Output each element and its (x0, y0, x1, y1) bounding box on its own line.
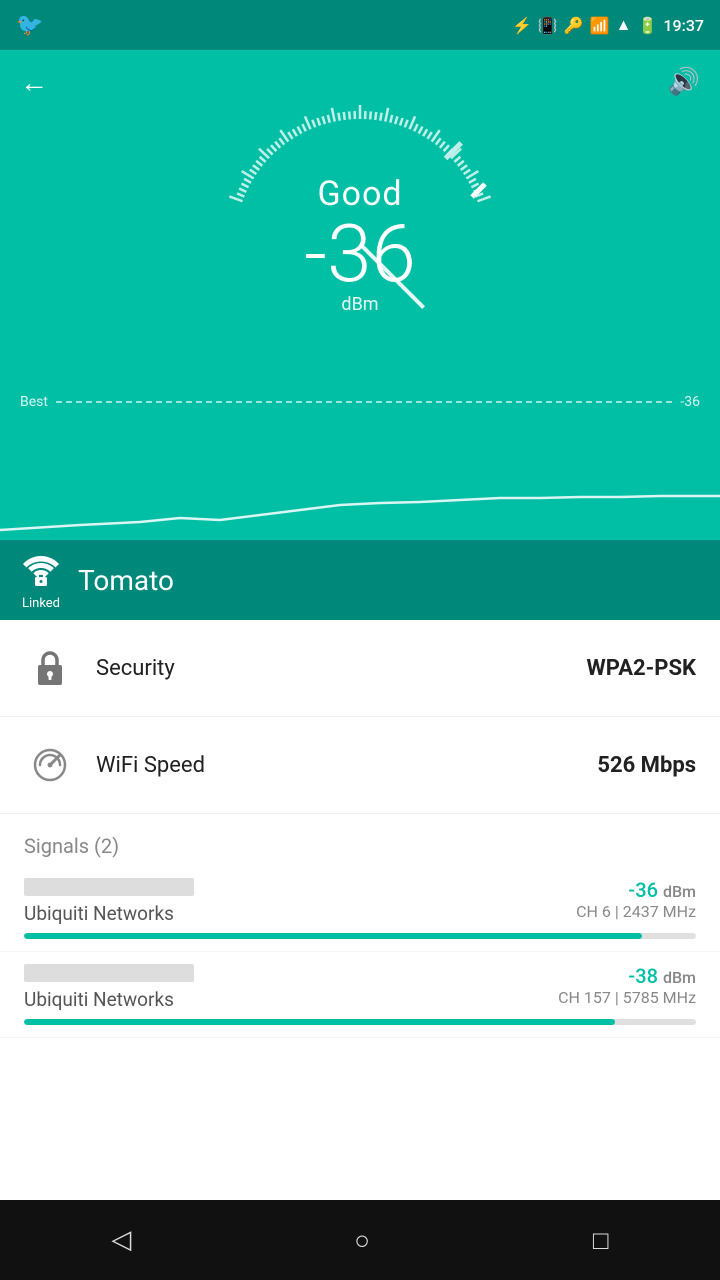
wifi-locked-icon (20, 550, 62, 594)
signal-dbm-value-1: -36 (628, 878, 658, 902)
back-button[interactable]: ← (20, 66, 48, 99)
wifi-icon: 📶 (590, 16, 610, 35)
bluetooth-icon: ⚡ (512, 16, 532, 35)
best-label: Best (20, 394, 48, 410)
security-label: Security (96, 656, 587, 681)
signal-bar-wrap-1 (24, 933, 696, 939)
signal-network-1: Ubiquiti Networks (24, 902, 576, 925)
gauge-center: Good -36 dBm (304, 174, 416, 315)
status-bar-right: ⚡ 📳 🔑 📶 ▲ 🔋 19:37 (512, 15, 704, 35)
wifi-speed-icon (24, 739, 76, 791)
sound-button[interactable]: 🔊 (668, 67, 700, 97)
signal-network-2: Ubiquiti Networks (24, 988, 558, 1011)
chart-area: Best -36 (0, 384, 720, 540)
signal-bar-wrap-2 (24, 1019, 696, 1025)
vibrate-icon: 📳 (538, 16, 558, 35)
signal-top-1: Ubiquiti Networks -36 dBm CH 6 | 2437 MH… (24, 878, 696, 925)
signal-ssid-wrap-2: Ubiquiti Networks (24, 964, 558, 1011)
twitter-icon: 🐦 (16, 13, 43, 38)
linked-label: Linked (22, 596, 60, 611)
signal-channel-1: CH 6 | 2437 MHz (576, 902, 696, 921)
signal-item-1: Ubiquiti Networks -36 dBm CH 6 | 2437 MH… (0, 866, 720, 952)
best-value: -36 (680, 394, 700, 410)
nav-home-button[interactable]: ○ (354, 1225, 370, 1256)
signal-dbm-1: -36 dBm (576, 878, 696, 902)
signal-strength-2: -38 dBm CH 157 | 5785 MHz (558, 964, 696, 1007)
signal-ssid-2 (24, 964, 194, 982)
signal-channel-2: CH 157 | 5785 MHz (558, 988, 696, 1007)
security-row: Security WPA2-PSK (0, 620, 720, 717)
wifi-speed-row: WiFi Speed 526 Mbps (0, 717, 720, 814)
best-line: Best -36 (20, 394, 700, 410)
signal-top-2: Ubiquiti Networks -38 dBm CH 157 | 5785 … (24, 964, 696, 1011)
gauge-container: // We'll do this with SVG path instead G… (190, 104, 530, 384)
gauge-unit: dBm (341, 294, 378, 315)
vpn-icon: 🔑 (564, 16, 584, 35)
wifi-linked-icon-wrap: Linked (20, 550, 62, 611)
signal-dbm-unit-1: dBm (663, 882, 696, 901)
nav-back-button[interactable]: ◁ (111, 1225, 131, 1255)
wifi-speed-label: WiFi Speed (96, 753, 597, 778)
signal-bar-fill-2 (24, 1019, 615, 1025)
network-name: Tomato (78, 564, 174, 597)
signal-icon: ▲ (616, 15, 632, 35)
network-bar: Linked Tomato (0, 540, 720, 620)
signal-item-2: Ubiquiti Networks -38 dBm CH 157 | 5785 … (0, 952, 720, 1038)
info-section: Security WPA2-PSK WiFi Speed 526 Mbps Si… (0, 620, 720, 1038)
signal-dbm-value-2: -38 (628, 964, 658, 988)
signals-header: Signals (2) (0, 814, 720, 866)
nav-bar: ◁ ○ □ (0, 1200, 720, 1280)
gauge-value: -36 (304, 214, 416, 294)
wifi-speed-value: 526 Mbps (597, 753, 696, 778)
security-value: WPA2-PSK (587, 656, 696, 681)
signal-ssid-1 (24, 878, 194, 896)
gauge-section: ← 🔊 // We'll do this with SVG path inste… (0, 50, 720, 540)
signal-ssid-wrap-1: Ubiquiti Networks (24, 878, 576, 925)
time-display: 19:37 (663, 16, 704, 35)
signal-bar-fill-1 (24, 933, 642, 939)
battery-icon: 🔋 (637, 16, 657, 35)
signal-dbm-2: -38 dBm (558, 964, 696, 988)
security-icon (24, 642, 76, 694)
status-bar: 🐦 ⚡ 📳 🔑 📶 ▲ 🔋 19:37 (0, 0, 720, 50)
nav-recent-button[interactable]: □ (593, 1225, 609, 1256)
signal-dbm-unit-2: dBm (663, 968, 696, 987)
signal-strength-1: -36 dBm CH 6 | 2437 MHz (576, 878, 696, 921)
